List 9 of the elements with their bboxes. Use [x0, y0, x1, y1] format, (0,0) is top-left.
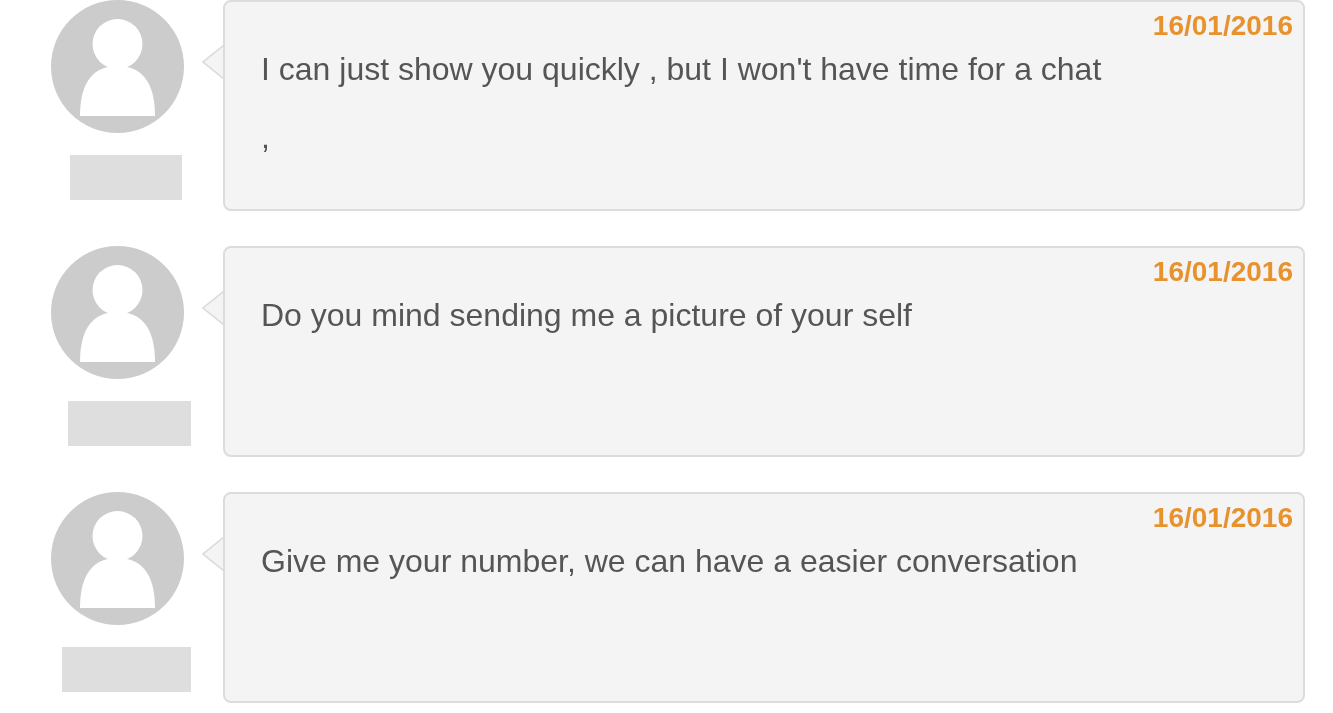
message-date: 16/01/2016: [1152, 504, 1293, 532]
message-date: 16/01/2016: [1152, 12, 1293, 40]
avatar-icon: [50, 492, 185, 625]
avatar-icon: [50, 246, 185, 379]
message-text: I can just show you quickly , but I won't have time for a chat ,: [261, 50, 1103, 157]
avatar-icon: [50, 0, 185, 133]
message-text: Do you mind sending me a picture of your self: [261, 296, 913, 335]
message-date: 16/01/2016: [1152, 258, 1293, 286]
message-text: Give me your number, we can have a easier conversation: [261, 542, 1079, 581]
